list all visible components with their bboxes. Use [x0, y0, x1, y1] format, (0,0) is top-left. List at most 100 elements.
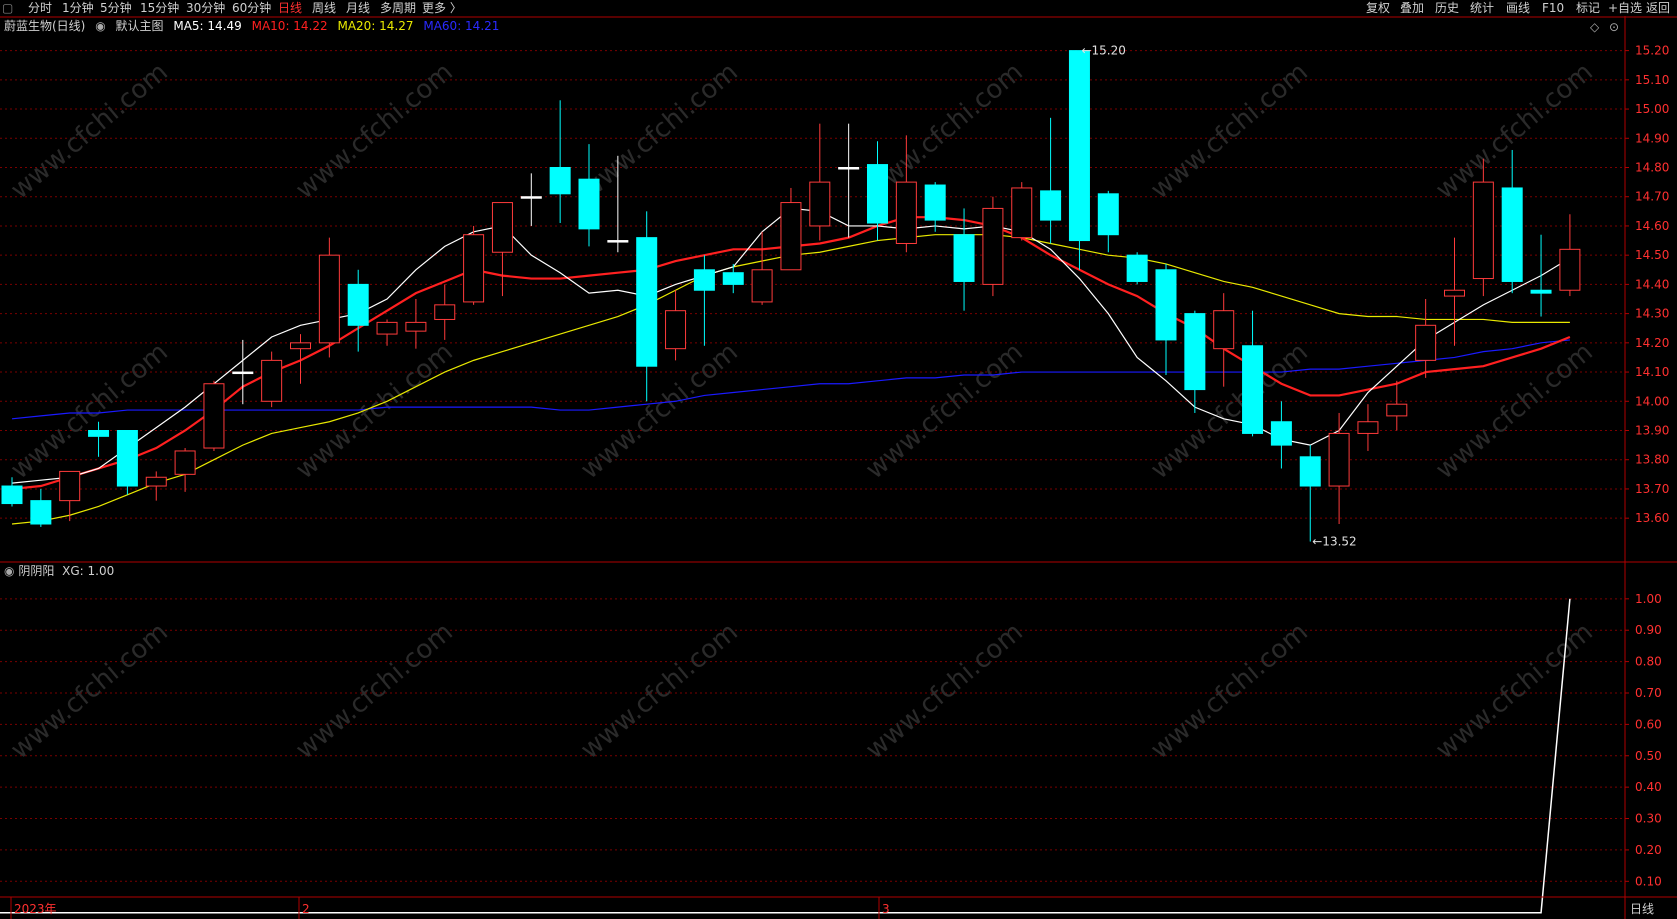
period-tab-6[interactable]: 日线	[278, 0, 302, 16]
candle[interactable]	[463, 225, 485, 305]
candle[interactable]	[405, 299, 427, 349]
candle-body	[924, 184, 946, 221]
candle[interactable]	[1415, 299, 1437, 378]
candle[interactable]	[347, 269, 369, 352]
candle-body	[491, 202, 513, 253]
indicator-name[interactable]: 阴阴阳	[18, 564, 54, 578]
candle[interactable]	[751, 231, 773, 305]
candle[interactable]	[982, 196, 1004, 297]
candle-body	[838, 167, 860, 170]
period-tab-5[interactable]: 60分钟	[232, 0, 271, 16]
period-toolbar: ▢ 分时 1分钟 5分钟 15分钟 30分钟 60分钟 日线 周线 月线 多周期 更多 〉 复权 叠加历…	[0, 0, 1677, 16]
candle[interactable]	[549, 100, 571, 224]
candle[interactable]	[1155, 263, 1177, 375]
candle[interactable]	[203, 380, 225, 451]
tool-button-4[interactable]: 画线	[1506, 0, 1530, 16]
candle[interactable]	[376, 319, 398, 346]
candle[interactable]	[174, 448, 196, 492]
signal-tick-label: 0.80	[1635, 655, 1662, 669]
period-tab-10[interactable]: 更多 〉	[422, 0, 462, 16]
dropdown-icon[interactable]: ◉	[4, 564, 14, 578]
candles[interactable]	[1, 50, 1581, 542]
candle[interactable]	[1386, 380, 1408, 431]
candle[interactable]	[1328, 412, 1350, 525]
settings-icon[interactable]: ⊙	[1609, 20, 1619, 34]
candle[interactable]	[665, 290, 687, 361]
tool-button-6[interactable]: 标记	[1576, 0, 1600, 16]
candle[interactable]	[290, 334, 311, 384]
kline-chart[interactable]: www.cfchi.com www.cfchi.com www.cfchi.com w…	[0, 0, 1677, 919]
candle[interactable]	[1, 477, 23, 507]
candle[interactable]	[636, 211, 658, 402]
candle[interactable]	[30, 488, 52, 527]
candle[interactable]	[809, 123, 831, 241]
candle-body	[116, 430, 138, 487]
candle[interactable]	[953, 208, 975, 311]
watermark-text: www.cfchi.com	[860, 337, 1029, 485]
candle[interactable]	[145, 471, 167, 501]
candle[interactable]	[520, 173, 542, 226]
window-icon[interactable]: ▢	[2, 0, 13, 16]
candle[interactable]	[1242, 310, 1264, 437]
candle[interactable]	[232, 339, 254, 405]
period-tab-0[interactable]: 分时	[28, 0, 52, 16]
watermark-text: www.cfchi.com	[575, 337, 744, 485]
candle[interactable]	[318, 237, 340, 358]
watermark-text: www.cfchi.com	[290, 57, 459, 205]
tool-button-8[interactable]: 返回	[1646, 0, 1670, 16]
period-tab-7[interactable]: 周线	[312, 0, 336, 16]
candle-body	[1097, 193, 1119, 236]
candle[interactable]	[1184, 310, 1206, 413]
candle-body	[1242, 345, 1264, 434]
candle[interactable]	[578, 144, 600, 247]
candle-body	[1068, 50, 1090, 242]
candle-body	[174, 450, 196, 475]
price-tick-label: 13.80	[1635, 453, 1669, 467]
tool-button-0[interactable]: 复权	[1366, 0, 1390, 16]
period-tab-4[interactable]: 30分钟	[186, 0, 225, 16]
candle[interactable]	[693, 255, 715, 346]
candle-body	[88, 430, 110, 437]
candle[interactable]	[116, 430, 138, 495]
candle[interactable]	[1011, 182, 1033, 241]
candle[interactable]	[1530, 234, 1552, 317]
candle[interactable]	[1097, 190, 1119, 253]
candle[interactable]	[491, 202, 513, 297]
candle[interactable]	[434, 284, 456, 340]
candle-body	[578, 178, 600, 230]
candle[interactable]	[838, 123, 860, 238]
candle[interactable]	[1126, 252, 1148, 285]
candle[interactable]	[1444, 237, 1465, 346]
dropdown-icon[interactable]: ◉	[95, 19, 105, 33]
candle-body	[953, 234, 975, 282]
period-tab-1[interactable]: 1分钟	[62, 0, 94, 16]
tool-button-7[interactable]: +自选	[1608, 0, 1642, 16]
candle[interactable]	[1501, 149, 1523, 294]
candle[interactable]	[722, 263, 744, 294]
tool-button-5[interactable]: F10	[1542, 0, 1564, 16]
watermark-text: www.cfchi.com	[575, 57, 744, 205]
price-tick-label: 13.90	[1635, 424, 1669, 438]
signal-tick-label: 0.70	[1635, 686, 1662, 700]
candle[interactable]	[1559, 214, 1581, 297]
period-tab-9[interactable]: 多周期	[380, 0, 416, 16]
period-tab-8[interactable]: 月线	[346, 0, 370, 16]
candle[interactable]	[1040, 117, 1062, 244]
tool-button-1[interactable]: 叠加	[1400, 0, 1424, 16]
tool-button-2[interactable]: 历史	[1435, 0, 1459, 16]
candle[interactable]	[780, 187, 802, 271]
candle[interactable]	[1068, 50, 1090, 270]
diamond-icon[interactable]: ◇	[1590, 20, 1599, 34]
period-tab-3[interactable]: 15分钟	[140, 0, 179, 16]
candle[interactable]	[1270, 401, 1292, 469]
candle-body	[203, 383, 225, 449]
candle[interactable]	[1357, 404, 1379, 451]
template-name[interactable]: 默认主图	[116, 19, 164, 33]
candle[interactable]	[1299, 445, 1321, 542]
ma20-value: MA20: 14.27	[337, 19, 414, 33]
tool-button-3[interactable]: 统计	[1470, 0, 1494, 16]
price-tick-label: 14.50	[1635, 248, 1669, 262]
period-tab-2[interactable]: 5分钟	[100, 0, 132, 16]
candle[interactable]	[261, 351, 283, 408]
candle[interactable]	[924, 182, 946, 232]
